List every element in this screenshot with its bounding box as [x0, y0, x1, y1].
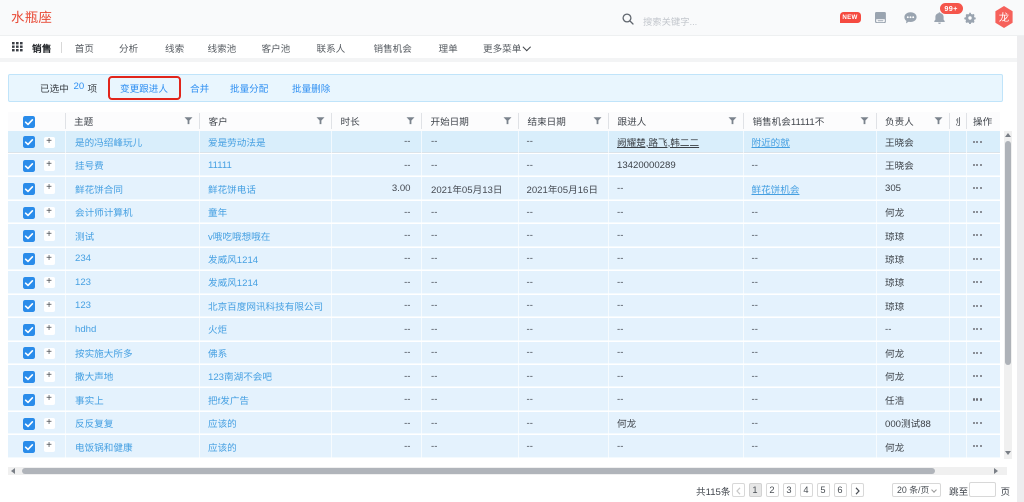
svg-text:龙: 龙	[998, 9, 1008, 24]
